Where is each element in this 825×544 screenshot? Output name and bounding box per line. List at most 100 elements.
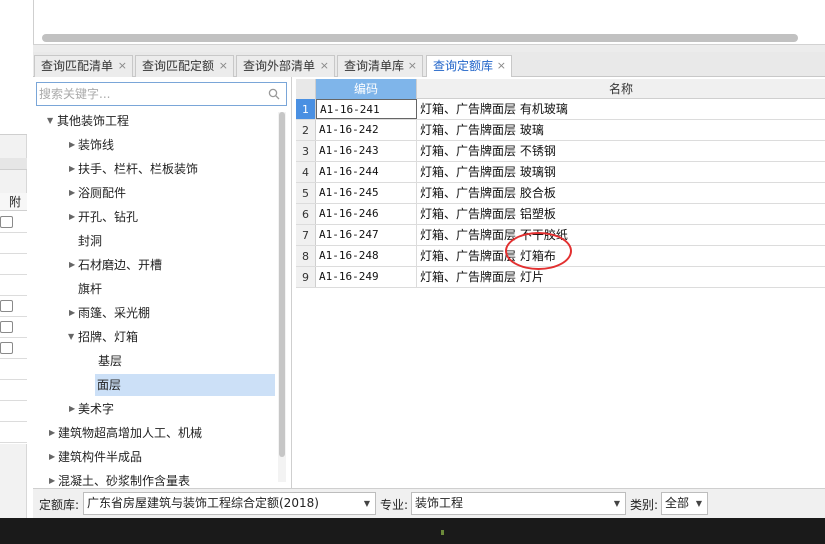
tree-scrollbar-thumb[interactable] [279, 112, 285, 457]
tab-quota-library[interactable]: 查询定额库 × [426, 55, 512, 78]
grid-header: 编码 名称 [296, 79, 825, 99]
quota-code[interactable]: A1-16-247 [316, 225, 417, 245]
collapse-arrow-icon[interactable]: ▶ [69, 254, 77, 276]
table-row[interactable]: 6 A1-16-246 灯箱、广告牌面层 铝塑板 [296, 204, 825, 225]
row-checkbox[interactable] [0, 216, 13, 228]
category-value: 全部 [665, 496, 690, 510]
tree-node[interactable]: ▶ 建筑构件半成品 [33, 446, 278, 468]
row-checkbox[interactable] [0, 300, 13, 312]
collapse-arrow-icon[interactable]: ▶ [69, 182, 77, 204]
tree-node[interactable]: ▶ 浴厕配件 [33, 182, 278, 204]
quota-library-select[interactable]: 广东省房屋建筑与装饰工程综合定额(2018) ▼ [83, 492, 376, 515]
quota-code[interactable]: A1-16-245 [316, 183, 417, 203]
row-checkbox[interactable] [0, 321, 13, 333]
collapse-arrow-icon[interactable]: ▶ [69, 206, 77, 228]
category-select[interactable]: 全部 ▼ [661, 492, 708, 515]
quota-name[interactable]: 灯箱、广告牌面层 灯片 [420, 267, 820, 287]
collapse-arrow-icon[interactable]: ▶ [49, 422, 57, 444]
table-row[interactable]: 3 A1-16-243 灯箱、广告牌面层 不锈钢 [296, 141, 825, 162]
row-number-header[interactable] [296, 79, 316, 99]
tree-node[interactable]: ▶ 雨篷、采光棚 [33, 302, 278, 324]
search-box[interactable] [36, 82, 287, 106]
quota-name[interactable]: 灯箱、广告牌面层 有机玻璃 [420, 99, 820, 119]
table-row[interactable]: 2 A1-16-242 灯箱、广告牌面层 玻璃 [296, 120, 825, 141]
collapse-arrow-icon[interactable]: ▶ [49, 470, 57, 488]
expand-arrow-icon[interactable]: ▼ [68, 326, 76, 348]
tree-node[interactable]: ▶ 装饰线 [33, 134, 278, 156]
collapse-arrow-icon[interactable]: ▶ [69, 398, 77, 420]
horizontal-scrollbar[interactable] [42, 34, 798, 42]
tree-node[interactable]: ▶ 扶手、栏杆、栏板装饰 [33, 158, 278, 180]
tab-label: 查询外部清单 [243, 59, 316, 73]
grid-line [0, 337, 27, 338]
category-label: 类别: [630, 498, 659, 512]
tab-match-quota[interactable]: 查询匹配定额 × [135, 55, 234, 77]
annotation-circle [505, 232, 572, 270]
close-icon[interactable]: × [497, 56, 506, 76]
row-number: 3 [296, 141, 316, 161]
quota-code[interactable]: A1-16-246 [316, 204, 417, 224]
table-row[interactable]: 5 A1-16-245 灯箱、广告牌面层 胶合板 [296, 183, 825, 204]
table-row[interactable]: 4 A1-16-244 灯箱、广告牌面层 玻璃钢 [296, 162, 825, 183]
close-icon[interactable]: × [219, 56, 228, 76]
quota-code[interactable]: A1-16-248 [316, 246, 417, 266]
search-input[interactable] [39, 85, 259, 103]
tree-node[interactable]: 旗杆 [33, 278, 278, 300]
tree-node-label: 浴厕配件 [78, 186, 127, 200]
quota-code[interactable]: A1-16-249 [316, 267, 417, 287]
row-number: 4 [296, 162, 316, 182]
dropdown-arrow-icon[interactable]: ▼ [614, 493, 620, 514]
search-icon[interactable] [268, 88, 280, 100]
collapse-arrow-icon[interactable]: ▶ [69, 302, 77, 324]
tree-node[interactable]: 基层 [33, 350, 278, 372]
tab-external-list[interactable]: 查询外部清单 × [236, 55, 335, 77]
tree-node[interactable]: ▼ 招牌、灯箱 [33, 326, 278, 348]
tree-node[interactable]: ▶ 美术字 [33, 398, 278, 420]
quota-library-label: 定额库: [39, 498, 80, 512]
tree-node[interactable]: 封洞 [33, 230, 278, 252]
table-row[interactable]: 1 A1-16-241 灯箱、广告牌面层 有机玻璃 [296, 99, 825, 120]
quota-name[interactable]: 灯箱、广告牌面层 玻璃 [420, 120, 820, 140]
major-value: 装饰工程 [415, 496, 464, 510]
tree-node-label: 建筑构件半成品 [58, 450, 143, 464]
tree-node[interactable]: ▶ 建筑物超高增加人工、机械 [33, 422, 278, 444]
dropdown-arrow-icon[interactable]: ▼ [364, 493, 370, 514]
tree-node-selected[interactable]: 面层 [33, 374, 278, 396]
dropdown-arrow-icon[interactable]: ▼ [696, 493, 702, 514]
tree-node[interactable]: ▶ 石材磨边、开槽 [33, 254, 278, 276]
tab-match-list[interactable]: 查询匹配清单 × [34, 55, 133, 77]
quota-name[interactable]: 灯箱、广告牌面层 玻璃钢 [420, 162, 820, 182]
tab-list-library[interactable]: 查询清单库 × [337, 55, 423, 77]
quota-code[interactable]: A1-16-244 [316, 162, 417, 182]
tree-node[interactable]: ▶ 开孔、钻孔 [33, 206, 278, 228]
tree-node[interactable]: ▶ 混凝土、砂浆制作含量表 [33, 470, 278, 488]
quota-code[interactable]: A1-16-241 [316, 99, 417, 119]
collapse-arrow-icon[interactable]: ▶ [69, 158, 77, 180]
column-header-code[interactable]: 编码 [316, 79, 417, 99]
filter-bar: 定额库: 广东省房屋建筑与装饰工程综合定额(2018) ▼ 专业: 装饰工程 ▼… [33, 488, 825, 518]
tab-label: 查询清单库 [344, 59, 405, 73]
expand-arrow-icon[interactable]: ▼ [47, 110, 55, 132]
tree-scrollbar[interactable] [278, 112, 286, 482]
quota-code[interactable]: A1-16-243 [316, 141, 417, 161]
column-header-name[interactable]: 名称 [417, 79, 825, 99]
quota-name[interactable]: 灯箱、广告牌面层 不干胶纸 [420, 225, 820, 245]
row-number: 8 [296, 246, 316, 266]
tree-node-label: 招牌、灯箱 [78, 330, 139, 344]
close-icon[interactable]: × [408, 56, 417, 76]
quota-name[interactable]: 灯箱、广告牌面层 不锈钢 [420, 141, 820, 161]
close-icon[interactable]: × [118, 56, 127, 76]
close-icon[interactable]: × [320, 56, 329, 76]
collapse-arrow-icon[interactable]: ▶ [69, 134, 77, 156]
left-panel-grid [0, 211, 27, 444]
quota-name[interactable]: 灯箱、广告牌面层 胶合板 [420, 183, 820, 203]
quota-name[interactable]: 灯箱、广告牌面层 铝塑板 [420, 204, 820, 224]
splitter[interactable] [33, 45, 825, 52]
quota-name[interactable]: 灯箱、广告牌面层 灯箱布 [420, 246, 820, 266]
row-checkbox[interactable] [0, 342, 13, 354]
tree-node[interactable]: ▼ 其他装饰工程 [33, 110, 278, 132]
table-row[interactable]: 9 A1-16-249 灯箱、广告牌面层 灯片 [296, 267, 825, 288]
collapse-arrow-icon[interactable]: ▶ [49, 446, 57, 468]
quota-code[interactable]: A1-16-242 [316, 120, 417, 140]
major-select[interactable]: 装饰工程 ▼ [411, 492, 626, 515]
